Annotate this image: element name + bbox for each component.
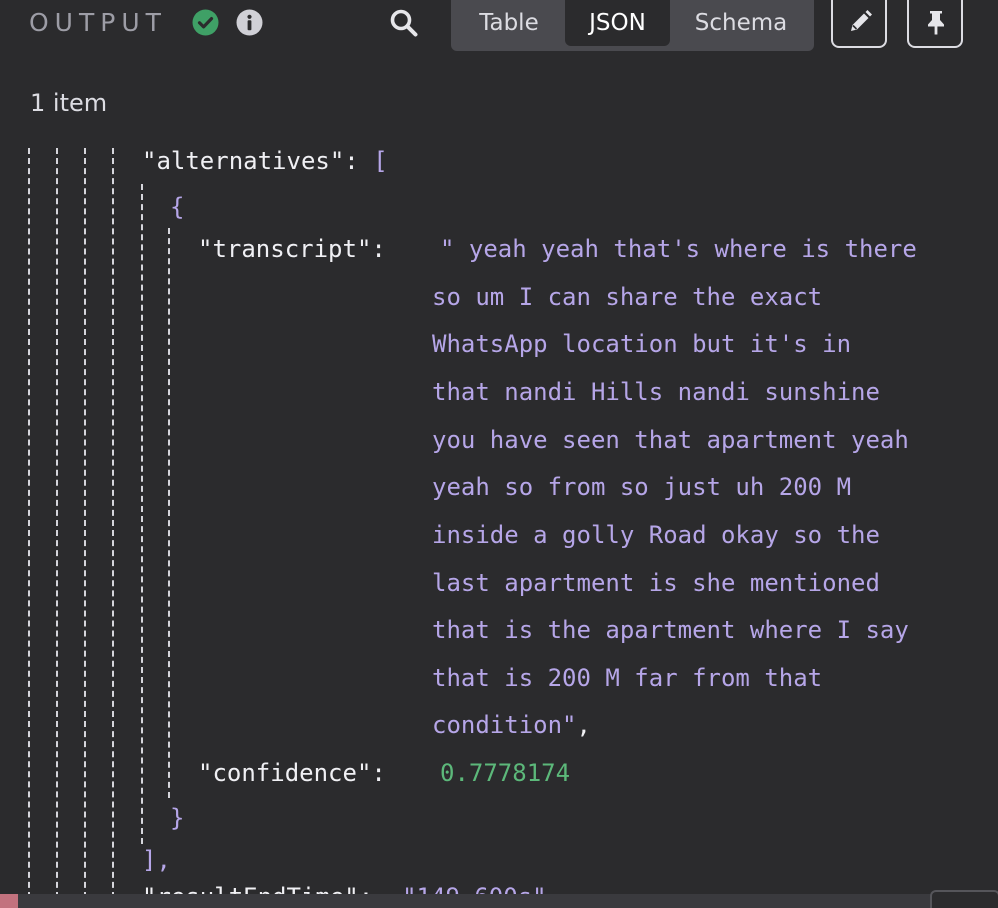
transcript-line: so um I can share the exact — [432, 283, 823, 311]
indent-guide — [112, 148, 114, 900]
json-key: "confidence" — [198, 759, 372, 787]
json-line-alternatives: "alternatives": [ — [142, 144, 388, 178]
transcript-line: that is the apartment where I say — [432, 616, 909, 644]
confidence-value: 0.7778174 — [440, 759, 571, 787]
info-icon[interactable] — [236, 9, 263, 36]
horizontal-scrollbar[interactable] — [0, 894, 998, 908]
indent-guide — [56, 148, 58, 900]
transcript-line: you have seen that apartment yeah — [432, 426, 909, 454]
indent-guide — [168, 228, 170, 798]
json-line-confidence: "confidence": — [198, 756, 386, 790]
transcript-line: " yeah yeah that's where is there — [440, 235, 917, 263]
json-colon: : — [371, 759, 386, 787]
transcript-line: WhatsApp location but it's in — [432, 330, 852, 358]
indent-guide — [84, 148, 86, 900]
json-view: "alternatives": [ { "transcript": " yeah… — [0, 140, 998, 900]
transcript-line: last apartment is she mentioned — [432, 569, 880, 597]
transcript-line: condition" — [432, 711, 577, 739]
bottom-tab[interactable] — [930, 890, 998, 908]
tab-table[interactable]: Table — [455, 0, 563, 46]
tab-json[interactable]: JSON — [565, 0, 670, 46]
pin-icon — [928, 11, 944, 35]
pin-button[interactable] — [907, 0, 963, 48]
indent-guide — [28, 148, 30, 900]
json-brace: } — [170, 804, 185, 832]
json-key: "transcript" — [198, 235, 372, 263]
transcript-line: inside a golly Road okay so the — [432, 521, 880, 549]
output-title: OUTPUT — [29, 8, 167, 37]
search-icon[interactable] — [388, 7, 420, 39]
json-line-object-close: } — [170, 801, 184, 835]
view-tabs: Table JSON Schema — [451, 0, 814, 51]
check-circle-icon — [192, 9, 219, 36]
json-colon: : — [371, 235, 386, 263]
edit-button[interactable] — [831, 0, 887, 48]
item-count: 1 item — [30, 89, 108, 117]
json-bracket: ], — [142, 846, 171, 874]
json-line-object-open: { — [170, 190, 184, 224]
json-key: "alternatives" — [142, 147, 345, 175]
indent-guide — [141, 184, 143, 844]
json-colon: : — [344, 147, 374, 175]
transcript-line: that nandi Hills nandi sunshine — [432, 378, 880, 406]
transcript-line: yeah so from so just uh 200 M — [432, 473, 852, 501]
tab-schema[interactable]: Schema — [673, 0, 809, 46]
transcript-last-line: condition", — [432, 708, 591, 742]
scrollbar-marker — [0, 894, 18, 908]
pencil-icon — [851, 10, 872, 31]
transcript-line: that is 200 M far from that — [432, 664, 823, 692]
json-bracket: [ — [373, 147, 388, 175]
json-comma: , — [576, 711, 591, 739]
json-line-array-close: ], — [142, 843, 171, 877]
json-line-transcript: "transcript": — [198, 232, 386, 266]
json-brace: { — [170, 193, 185, 221]
